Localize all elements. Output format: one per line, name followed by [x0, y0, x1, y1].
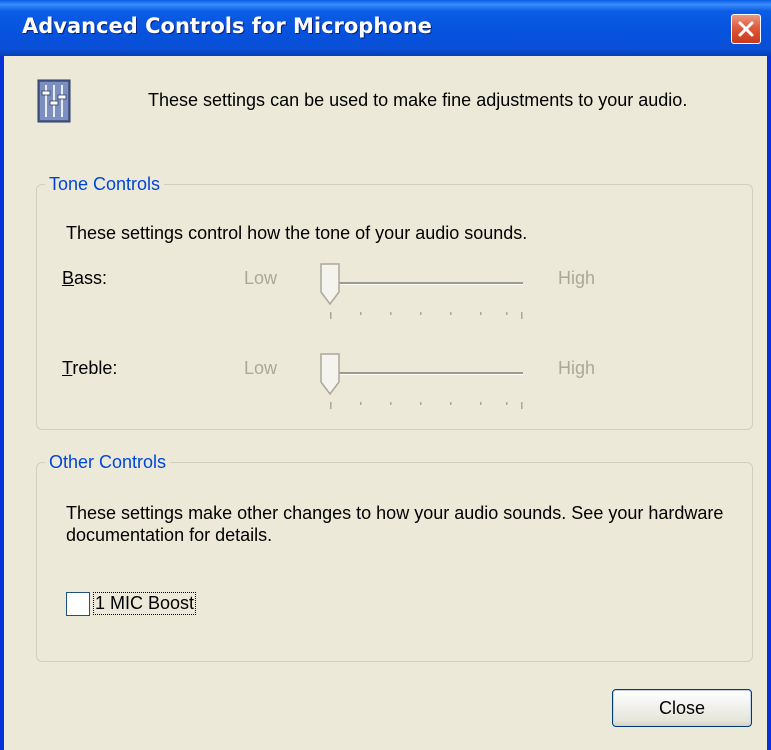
- bass-slider[interactable]: [318, 262, 528, 322]
- treble-label-rest: reble:: [72, 358, 118, 378]
- treble-high-label: High: [558, 358, 596, 378]
- dialog-client-area: These settings can be used to make fine …: [4, 56, 767, 750]
- other-controls-legend: Other Controls: [45, 452, 171, 472]
- mic-boost-label[interactable]: 1 MIC Boost: [92, 592, 197, 615]
- other-controls-group: Other Controls: [36, 452, 753, 662]
- mixer-settings-icon: [37, 79, 71, 123]
- bass-label: Bass:: [62, 268, 107, 289]
- close-icon: [738, 21, 754, 37]
- bass-slider-thumb[interactable]: [320, 263, 340, 306]
- other-controls-description: These settings make other changes to how…: [66, 503, 724, 545]
- treble-label: Treble:: [62, 358, 117, 379]
- tone-controls-legend: Tone Controls: [45, 174, 165, 194]
- bass-label-accelerator: B: [62, 268, 75, 288]
- dialog-window: Advanced Controls for Microphone These s…: [0, 0, 771, 750]
- treble-slider[interactable]: [318, 352, 528, 412]
- window-title: Advanced Controls for Microphone: [22, 14, 432, 38]
- treble-low-label: Low: [244, 358, 278, 378]
- treble-slider-thumb[interactable]: [320, 353, 340, 396]
- header-description: These settings can be used to make fine …: [148, 90, 688, 110]
- title-bar[interactable]: Advanced Controls for Microphone: [0, 0, 771, 56]
- treble-label-accelerator: T: [62, 358, 73, 378]
- tone-controls-description: These settings control how the tone of y…: [66, 223, 528, 243]
- title-close-button[interactable]: [731, 14, 761, 44]
- bass-low-label: Low: [244, 268, 278, 288]
- bass-label-rest: ass:: [74, 268, 108, 288]
- mic-boost-checkbox[interactable]: [66, 592, 90, 616]
- bass-high-label: High: [558, 268, 596, 288]
- close-button[interactable]: Close: [612, 689, 752, 727]
